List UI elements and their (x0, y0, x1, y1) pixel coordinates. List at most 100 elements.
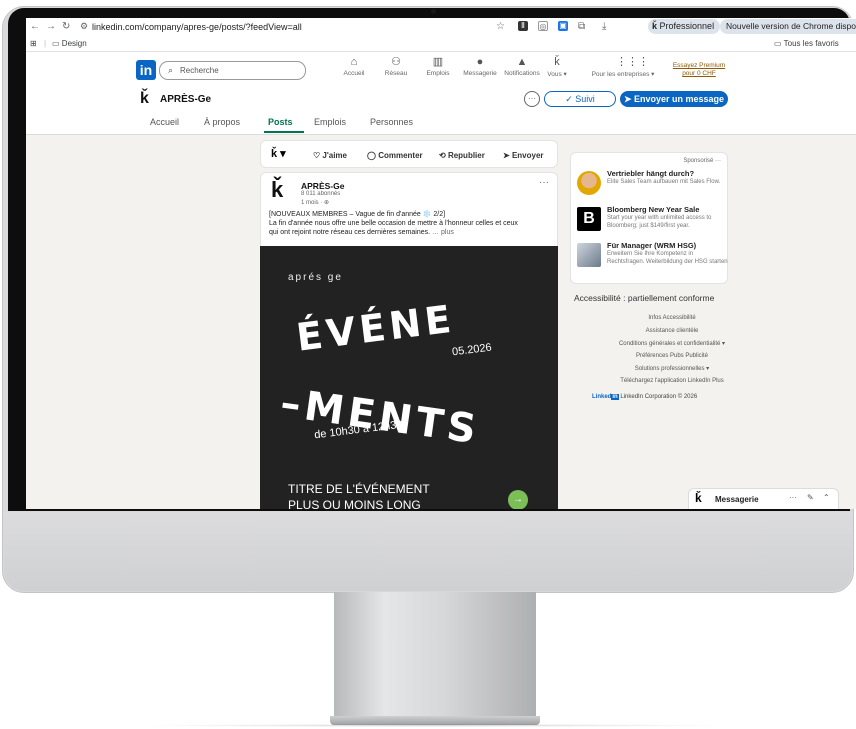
footer-links-3[interactable]: Conditions générales et confidentialité … (572, 340, 772, 347)
nav-network-label: Réseau (384, 70, 408, 77)
camera-extension-icon[interactable]: ◎ (538, 21, 548, 31)
image-word-1: ÉVÉNE (294, 296, 458, 360)
post-more-icon[interactable]: ··· (539, 177, 549, 188)
all-bookmarks-label: Tous les favoris (783, 39, 839, 48)
company-header: ǩ APRÈS-Ge ··· ✓ Suivi ➤ Envoyer un mess… (26, 88, 856, 113)
ad-3-image (577, 243, 601, 267)
send-label: Envoyer (511, 151, 544, 160)
nav-home[interactable]: ⌂ Accueil (332, 56, 376, 77)
linkedin-logo[interactable]: in (136, 60, 156, 80)
footer-links-1[interactable]: Infos Accessibilité (572, 315, 772, 321)
like-button[interactable]: ♡ J'aime (313, 151, 347, 160)
nav-jobs[interactable]: ▥ Emplois (416, 56, 460, 77)
nav-notifications[interactable]: ▲ Notifications (500, 56, 544, 77)
divider: | (44, 39, 47, 48)
sponsored-label: Sponsorisé ··· (683, 158, 721, 164)
download-icon[interactable]: ⤓ (602, 21, 606, 32)
footer-linkedin-word: Linked (592, 394, 612, 400)
send-message-button[interactable]: ➤ Envoyer un message (620, 91, 728, 107)
floor-shadow (140, 724, 730, 727)
extension-icon[interactable]: Ⅱ (518, 21, 528, 31)
post-author[interactable]: APRÈS-Ge (301, 181, 344, 191)
footer-links-6[interactable]: Téléchargez l'application LinkedIn Plus (572, 378, 772, 384)
company-name[interactable]: APRÈS-Ge (160, 94, 211, 105)
following-button[interactable]: ✓ Suivi (544, 91, 616, 107)
linkedin-copyright: Linkedin LinkedIn Corporation © 2026 (592, 394, 697, 400)
nav-for-business-label: Pour les entreprises ▾ (591, 71, 655, 78)
post-time-row: 1 mois · ⊕ (301, 199, 329, 206)
compose-icon[interactable]: ✎ (807, 493, 814, 502)
tab-posts[interactable]: Posts (268, 117, 293, 127)
repost-button[interactable]: ⟲ Republier (439, 151, 485, 160)
chevron-up-icon[interactable]: ⌃ (823, 493, 830, 502)
more-options-icon[interactable]: ··· (524, 91, 540, 107)
update-label: Nouvelle version de Chrome disponible (726, 21, 856, 31)
footer-links-5[interactable]: Solutions professionnelles ▾ (572, 365, 772, 372)
globe-icon: ⊕ (324, 200, 330, 206)
messaging-more-icon[interactable]: ··· (789, 493, 797, 502)
url-text: linkedin.com/company/apres-ge/posts/?fee… (92, 22, 302, 32)
apps-grid-icon: ⋮⋮⋮ (616, 56, 649, 68)
nav-me-label: Vous ▾ (547, 71, 567, 78)
tab-home[interactable]: Accueil (150, 117, 179, 127)
extensions-puzzle-icon[interactable]: ⧉ (578, 21, 585, 32)
tab-about[interactable]: À propos (204, 117, 240, 127)
nav-messaging[interactable]: ● Messagerie (458, 56, 502, 77)
nav-network[interactable]: ⚇ Réseau (374, 56, 418, 77)
post-image[interactable]: aprés ge ÉVÉNE 05.2026 –MENTS de 10h30 à… (260, 246, 558, 509)
comment-button[interactable]: ◯ Commenter (367, 151, 423, 160)
actor-avatar[interactable]: ǩ ▾ (271, 147, 286, 160)
footer-links-2[interactable]: Assistance clientèle (572, 328, 772, 334)
ad-2-title: Bloomberg New Year Sale (607, 205, 700, 214)
post-author-logo[interactable]: ǩ (271, 177, 283, 203)
monitor-stand (334, 592, 536, 717)
extension-blue-icon[interactable]: ▣ (558, 21, 568, 31)
tab-jobs[interactable]: Emplois (314, 117, 346, 127)
profile-button[interactable]: ǩ Professionnel (648, 19, 721, 34)
messaging-bar[interactable]: ǩ Messagerie ··· ✎ ⌃ (688, 488, 839, 509)
ad-item-1[interactable]: Vertriebler hängt durch? Elite Sales Tea… (577, 169, 727, 199)
nav-notifications-label: Notifications (504, 70, 540, 77)
send-arrow-icon: ➤ (623, 94, 632, 104)
camera (431, 9, 436, 14)
post-followers: 8 011 abonnés (301, 191, 341, 197)
all-bookmarks-button[interactable]: ▭ Tous les favoris (774, 39, 839, 48)
search-input[interactable]: ⌕ Recherche (159, 61, 306, 80)
active-tab-indicator (264, 131, 304, 133)
repost-icon: ⟲ (439, 151, 446, 160)
premium-link[interactable]: Essayez Premium pour 0 CHF (672, 62, 726, 78)
post-line-1: [NOUVEAUX MEMBRES – Vague de fin d'année… (269, 211, 446, 218)
reload-icon[interactable]: ↻ (62, 21, 70, 32)
apps-grid-icon[interactable]: ⊞ (30, 39, 37, 48)
comment-icon: ◯ (367, 151, 376, 160)
nav-home-label: Accueil (343, 70, 365, 77)
send-button[interactable]: ➤ Envoyer (503, 151, 544, 160)
bookmark-star-icon[interactable]: ☆ (496, 21, 505, 32)
sponsored-card: Sponsorisé ··· Vertriebler hängt durch? … (570, 152, 728, 284)
send-icon: ➤ (503, 151, 510, 160)
back-arrow-icon[interactable]: ← (30, 21, 40, 32)
post-line-2: La fin d'année nous offre une belle occa… (269, 220, 518, 227)
image-date: 05.2026 (451, 341, 493, 359)
ad-item-2[interactable]: B Bloomberg New Year Sale Start your yea… (577, 205, 727, 235)
see-more-link[interactable]: … plus (432, 229, 454, 236)
tab-people[interactable]: Personnes (370, 117, 413, 127)
ad-1-desc: Elite Sales Team aufbauen mit Sales Flow… (607, 179, 721, 185)
footer-links-4[interactable]: Préférences Pubs Publicité (572, 353, 772, 359)
ad-item-3[interactable]: Für Manager (WRM HSG) Erweitern Sie Ihre… (577, 241, 728, 277)
premium-line2: pour 0 CHF (682, 70, 716, 77)
site-settings-icon[interactable]: ⚙ (80, 21, 88, 32)
post-time: 1 mois · (301, 200, 325, 206)
bookmark-folder-design[interactable]: ▭ Design (52, 39, 87, 48)
image-brand: aprés ge (288, 272, 343, 283)
post-line-3: qui ont rejoint notre réseau ces dernièr… (269, 229, 431, 236)
search-icon: ⌕ (168, 65, 174, 75)
nav-messaging-label: Messagerie (463, 70, 497, 77)
address-bar[interactable]: linkedin.com/company/apres-ge/posts/?fee… (92, 20, 512, 35)
bookmark-folder-label: Design (61, 39, 87, 48)
forward-arrow-icon[interactable]: → (46, 21, 56, 32)
chrome-update-button[interactable]: Nouvelle version de Chrome disponible ⋮ (720, 19, 856, 34)
footer-linkedin-in: in (611, 394, 619, 400)
nav-me[interactable]: ǩ Vous ▾ (540, 56, 574, 78)
nav-for-business[interactable]: ⋮⋮⋮ Pour les entreprises ▾ (588, 56, 658, 78)
